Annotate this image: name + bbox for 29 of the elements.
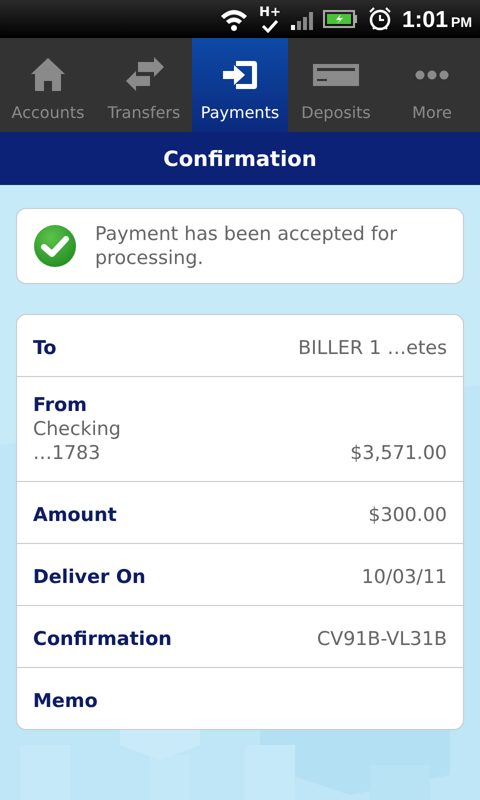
check-icon (261, 18, 280, 32)
field-value: $300.00 (368, 503, 447, 527)
field-value: 10/03/11 (362, 565, 447, 589)
check-icon (33, 224, 77, 268)
field-label: From (33, 393, 88, 417)
screen-title: Confirmation (163, 146, 317, 170)
nav-tab[interactable]: Transfers (96, 38, 192, 132)
alarm-clock-icon (368, 7, 392, 31)
nav-tab[interactable]: Accounts (0, 38, 96, 132)
battery-charging-icon (322, 8, 358, 30)
field-label: Memo (33, 689, 98, 713)
field-value: $3,571.00 (350, 441, 447, 465)
more-icon (415, 70, 449, 80)
wifi-icon (219, 7, 250, 31)
nav-tab[interactable]: More (384, 38, 480, 132)
clock-time: 1:01 (402, 6, 448, 32)
field-label: Confirmation (33, 627, 172, 651)
field-label: Amount (33, 503, 117, 527)
clock-period: PM (451, 14, 472, 30)
field-value: BILLER 1 …etes (298, 336, 447, 360)
network-type: H+ (259, 6, 281, 18)
confirmation-message: Payment has been accepted for processing. (95, 222, 398, 270)
nav-tab[interactable]: Payments (192, 38, 288, 132)
field-label: To (33, 336, 56, 360)
field-value: CV91B-VL31B (316, 627, 447, 651)
field-detail: …1783 (33, 441, 102, 465)
nav-tab[interactable]: Deposits (288, 38, 384, 132)
field-detail: Checking (33, 417, 121, 441)
field-label: Deliver On (33, 565, 146, 589)
